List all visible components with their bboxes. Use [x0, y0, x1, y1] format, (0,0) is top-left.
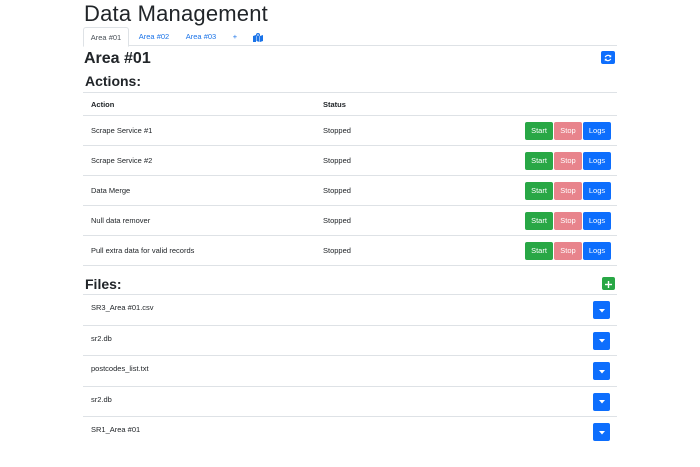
area-title: Area #01: [84, 50, 151, 67]
start-button[interactable]: Start: [525, 211, 553, 230]
action-name: Data Merge: [83, 175, 323, 206]
list-item: sr2.db: [83, 385, 617, 417]
caret-down-icon: [598, 306, 605, 315]
plus-icon: [605, 275, 612, 293]
file-name: SR1_Area #01: [91, 425, 141, 434]
action-status: Stopped: [323, 205, 413, 236]
file-menu-button[interactable]: [593, 301, 610, 319]
table-row: Scrape Service #1 Stopped Start Stop Logs: [83, 115, 617, 146]
list-item: postcodes_list.txt: [83, 355, 617, 386]
file-name: postcodes_list.txt: [91, 364, 149, 373]
sync-icon: [604, 49, 612, 67]
file-menu-button[interactable]: [593, 423, 610, 441]
add-file-button[interactable]: [602, 277, 615, 290]
table-header-row: Action Status: [83, 92, 617, 116]
tab-map[interactable]: [248, 27, 268, 46]
stop-button[interactable]: Stop: [554, 241, 582, 260]
tab-add-area[interactable]: +: [225, 27, 245, 46]
logs-button[interactable]: Logs: [583, 241, 611, 260]
action-status: Stopped: [323, 175, 413, 206]
area-tabs: Area #01 Area #02 Area #03 +: [83, 27, 617, 47]
start-button[interactable]: Start: [525, 241, 553, 260]
start-button[interactable]: Start: [525, 151, 553, 170]
stop-button[interactable]: Stop: [554, 211, 582, 230]
start-button[interactable]: Start: [525, 181, 553, 200]
list-item: SR3_Area #01.csv: [83, 294, 617, 325]
list-item: sr2.db: [83, 324, 617, 356]
logs-button[interactable]: Logs: [583, 121, 611, 140]
file-menu-button[interactable]: [593, 392, 610, 411]
page-title: Data Management: [84, 1, 268, 26]
file-menu-button[interactable]: [593, 331, 610, 350]
action-name: Pull extra data for valid records: [83, 235, 323, 266]
file-name: sr2.db: [91, 394, 112, 404]
table-row: Scrape Service #2 Stopped Start Stop Logs: [83, 145, 617, 176]
tab-area-01[interactable]: Area #01: [83, 27, 129, 47]
stop-button[interactable]: Stop: [554, 121, 582, 140]
action-name: Null data remover: [83, 205, 323, 236]
column-header-buttons: [413, 92, 617, 116]
tab-area-03[interactable]: Area #03: [178, 27, 224, 46]
logs-button[interactable]: Logs: [583, 211, 611, 230]
tab-area-02[interactable]: Area #02: [131, 27, 177, 46]
stop-button[interactable]: Stop: [554, 181, 582, 200]
file-list: SR3_Area #01.csv sr2.db postcodes_list.t…: [83, 294, 617, 447]
action-status: Stopped: [323, 145, 413, 176]
caret-down-icon: [598, 367, 605, 376]
logs-button[interactable]: Logs: [583, 181, 611, 200]
actions-section-title: Actions:: [85, 73, 141, 89]
file-name: sr2.db: [91, 333, 112, 343]
files-section-title: Files:: [85, 276, 122, 292]
actions-table: Action Status Scrape Service #1 Stopped …: [83, 92, 617, 266]
action-name: Scrape Service #1: [83, 115, 323, 146]
column-header-status: Status: [323, 92, 413, 116]
logs-button[interactable]: Logs: [583, 151, 611, 170]
map-marked-icon: [253, 32, 263, 42]
caret-down-icon: [598, 336, 605, 345]
action-status: Stopped: [323, 235, 413, 266]
action-name: Scrape Service #2: [83, 145, 323, 176]
stop-button[interactable]: Stop: [554, 151, 582, 170]
start-button[interactable]: Start: [525, 121, 553, 140]
list-item: SR1_Area #01: [83, 416, 617, 447]
action-status: Stopped: [323, 115, 413, 146]
file-name: SR3_Area #01.csv: [91, 303, 154, 312]
refresh-button[interactable]: [601, 51, 615, 64]
caret-down-icon: [598, 428, 605, 437]
column-header-action: Action: [83, 92, 323, 116]
table-row: Pull extra data for valid records Stoppe…: [83, 235, 617, 266]
caret-down-icon: [598, 397, 605, 406]
table-row: Data Merge Stopped Start Stop Logs: [83, 175, 617, 206]
table-row: Null data remover Stopped Start Stop Logs: [83, 205, 617, 236]
file-menu-button[interactable]: [593, 362, 610, 380]
